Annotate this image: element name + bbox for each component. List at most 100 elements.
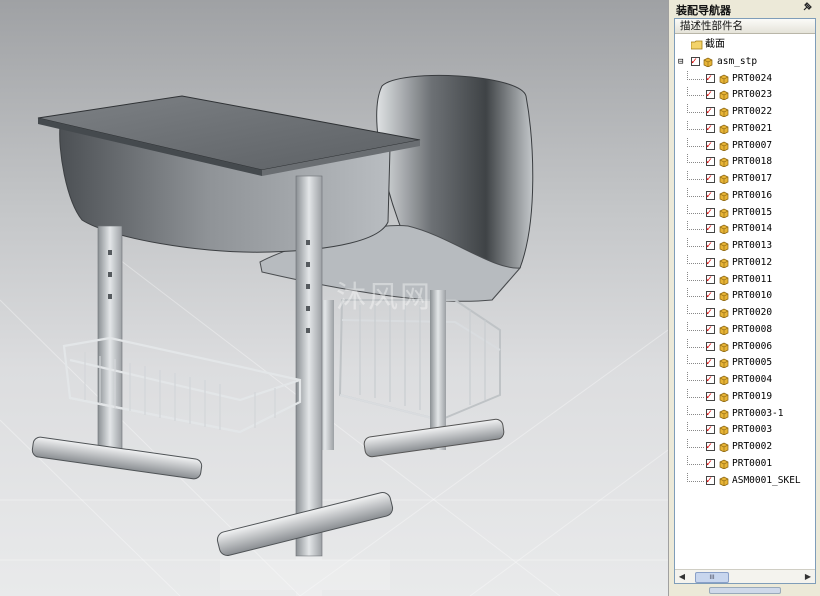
tree-guide-line <box>687 321 704 331</box>
checkbox[interactable] <box>706 238 715 254</box>
tree-guide-line <box>687 238 704 247</box>
checkbox[interactable] <box>706 221 715 237</box>
tree-node-part[interactable]: PRT0017 <box>675 171 815 187</box>
column-header-description[interactable]: 描述性部件名 <box>675 19 815 34</box>
tree-node-part[interactable]: PRT0006 <box>675 338 815 355</box>
tree-node-part[interactable]: PRT0015 <box>675 204 815 221</box>
checkbox[interactable] <box>706 138 715 154</box>
pin-icon[interactable] <box>802 1 813 15</box>
tree-node-part[interactable]: PRT0005 <box>675 355 815 371</box>
scroll-thumb[interactable]: III <box>695 572 729 583</box>
checkbox[interactable] <box>706 154 715 170</box>
tree-node-part[interactable]: ASM0001_SKEL <box>675 472 815 489</box>
desk-leg-front <box>295 175 323 557</box>
checkbox[interactable] <box>706 322 715 338</box>
tree-node-section[interactable]: 截面 <box>675 37 815 53</box>
tree-node-label: PRT0001 <box>732 457 773 469</box>
checkbox[interactable] <box>706 473 715 489</box>
tree-guide-line <box>687 70 704 80</box>
tree-node-label: PRT0023 <box>732 89 773 101</box>
tree-guide-line <box>687 137 704 147</box>
tree-node-label: PRT0006 <box>732 340 773 352</box>
tree-node-label: PRT0007 <box>732 139 773 151</box>
desk-chair-model[interactable] <box>0 0 668 596</box>
tree-node-label: PRT0020 <box>732 307 773 318</box>
tree-guide-line <box>687 338 704 348</box>
tree-node-part[interactable]: PRT0002 <box>675 439 815 455</box>
part-icon <box>719 291 729 302</box>
3d-viewport[interactable]: 沐风网 <box>0 0 668 596</box>
checkbox[interactable] <box>706 104 715 120</box>
tree-node-part[interactable]: PRT0010 <box>675 288 815 304</box>
part-icon <box>719 375 729 385</box>
tree-node-part[interactable]: PRT0021 <box>675 120 815 137</box>
checkbox[interactable] <box>706 439 715 455</box>
tree-node-part[interactable]: PRT0022 <box>675 104 815 120</box>
tree-node-part[interactable]: PRT0013 <box>675 238 815 254</box>
tree-node-root[interactable]: ⊟ asm_stp <box>675 54 815 70</box>
part-icon <box>719 476 729 486</box>
tree-node-part[interactable]: PRT0014 <box>675 221 815 237</box>
checkbox[interactable] <box>706 406 715 422</box>
part-icon <box>719 275 729 285</box>
scroll-left-icon[interactable]: ◀ <box>676 571 688 583</box>
tree-node-part[interactable]: PRT0012 <box>675 254 815 271</box>
checkbox[interactable] <box>706 456 715 472</box>
checkbox[interactable] <box>706 171 715 187</box>
checkbox[interactable] <box>706 288 715 304</box>
tree-guide-line <box>687 388 704 398</box>
tree-guide-line <box>687 221 704 231</box>
part-icon <box>719 141 729 151</box>
part-icon <box>719 224 729 235</box>
tree-node-part[interactable]: PRT0023 <box>675 87 815 103</box>
tree-node-part[interactable]: PRT0019 <box>675 388 815 405</box>
checkbox[interactable] <box>706 188 715 204</box>
checkbox[interactable] <box>706 355 715 371</box>
assembly-navigator-panel: 装配导航器 描述性部件名 截面 ⊟ asm_stp PRT0024 PRT0023 PRT… <box>668 0 820 596</box>
horizontal-scrollbar[interactable]: ◀ III ▶ <box>675 569 815 583</box>
tree-node-part[interactable]: PRT0020 <box>675 305 815 321</box>
checkbox[interactable] <box>691 54 700 70</box>
tree-node-part[interactable]: PRT0004 <box>675 372 815 388</box>
checkbox[interactable] <box>706 255 715 271</box>
collapse-icon[interactable]: ⊟ <box>678 54 683 70</box>
checkbox[interactable] <box>706 71 715 87</box>
panel-resize-handle[interactable] <box>709 587 781 594</box>
tree-node-part[interactable]: PRT0001 <box>675 455 815 472</box>
checkbox[interactable] <box>706 339 715 355</box>
tree-guide-line <box>687 254 704 264</box>
folder-icon <box>691 40 703 50</box>
tree-node-label: PRT0018 <box>732 156 773 168</box>
tree-node-part[interactable]: PRT0016 <box>675 187 815 204</box>
checkbox[interactable] <box>706 272 715 288</box>
tree-guide-line <box>687 372 704 381</box>
tree-node-part[interactable]: PRT0003 <box>675 422 815 438</box>
chair-leg-right <box>430 290 446 450</box>
checkbox[interactable] <box>706 87 715 103</box>
tree-node-part[interactable]: PRT0024 <box>675 70 815 87</box>
panel-title: 装配导航器 <box>676 4 731 17</box>
checkbox[interactable] <box>706 121 715 137</box>
checkbox[interactable] <box>706 422 715 438</box>
part-icon <box>719 90 729 101</box>
tree-node-part[interactable]: PRT0008 <box>675 321 815 338</box>
tree-node-label: ASM0001_SKEL <box>732 474 801 486</box>
checkbox[interactable] <box>706 305 715 321</box>
desk-leg-back <box>97 225 123 457</box>
scroll-right-icon[interactable]: ▶ <box>802 571 814 583</box>
tree-guide-line <box>687 439 704 448</box>
tree-guide-line <box>687 355 704 365</box>
assembly-tree[interactable]: 描述性部件名 截面 ⊟ asm_stp PRT0024 PRT0023 PRT0022 PR… <box>674 18 816 584</box>
tree-node-label: asm_stp <box>717 55 758 67</box>
checkbox[interactable] <box>706 205 715 221</box>
tree-node-label: PRT0011 <box>732 273 773 285</box>
tree-node-part[interactable]: PRT0003-1 <box>675 405 815 422</box>
tree-node-label: PRT0012 <box>732 256 773 268</box>
tree-node-part[interactable]: PRT0011 <box>675 271 815 288</box>
tree-node-part[interactable]: PRT0018 <box>675 154 815 170</box>
checkbox[interactable] <box>706 372 715 388</box>
tree-node-part[interactable]: PRT0007 <box>675 137 815 154</box>
tree-guide-line <box>687 104 704 113</box>
tree-guide-line <box>687 422 704 432</box>
checkbox[interactable] <box>706 389 715 405</box>
